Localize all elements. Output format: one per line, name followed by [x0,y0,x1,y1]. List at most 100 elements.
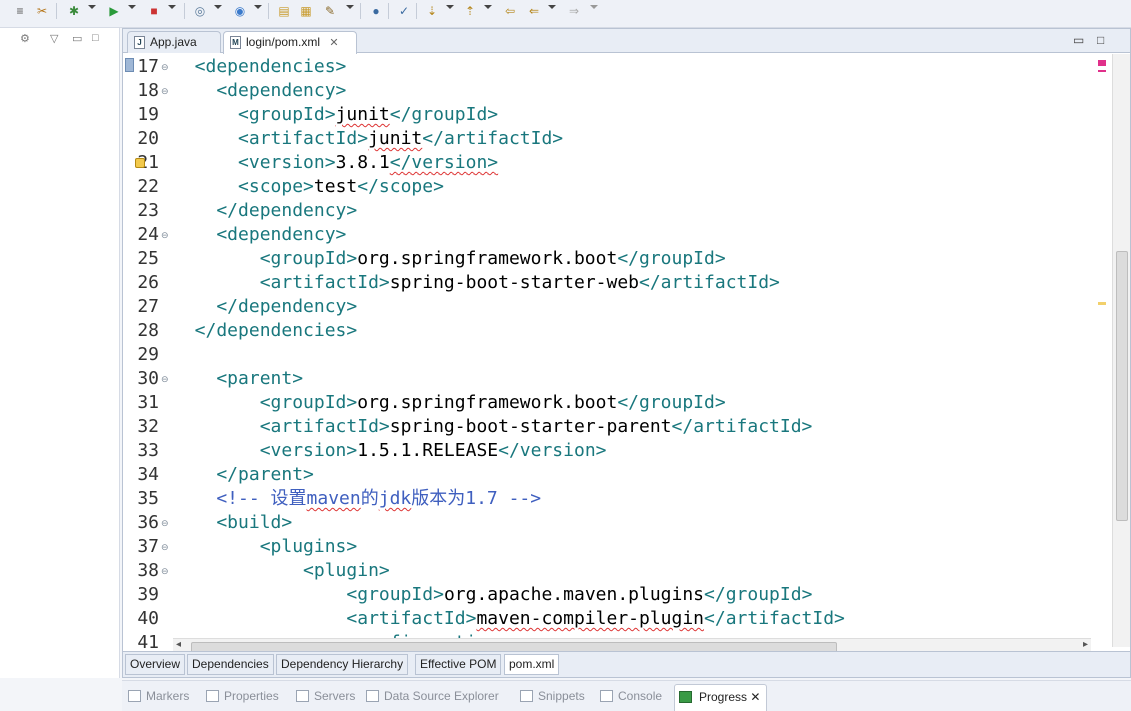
tab-pom-xml-source[interactable]: pom.xml [504,654,560,675]
vertical-scroll-thumb[interactable] [1116,251,1128,521]
code-pane[interactable]: 17 ⊖ 18 ⊖ 19 20 21 22 23 24 ⊖ 25 26 27 28 29 30 ⊖ 31 32 33 34… [123,54,1130,664]
forward-dropdown-icon[interactable] [590,5,598,9]
editor-tab-bar: J App.java M login/pom.xml ✕ ▭ □ [123,29,1130,54]
code-line[interactable]: </dependencies> [173,319,1091,343]
next-annotation-icon[interactable]: ⇣ [424,2,440,20]
back-icon[interactable]: ⇐ [526,2,542,20]
tab-dependencies[interactable]: Dependencies [187,654,274,675]
close-tab-icon[interactable]: ✕ [329,37,338,49]
code-line[interactable]: <groupId>org.springframework.boot</group… [173,247,1091,271]
view-tab-markers[interactable]: Markers [128,687,189,707]
servers-icon [296,690,309,702]
search-tool-icon[interactable]: ✎ [322,2,338,20]
scroll-right-icon[interactable]: ▸ [1083,639,1088,650]
next-annotation-dropdown-icon[interactable] [446,5,454,9]
previous-annotation-dropdown-icon[interactable] [484,5,492,9]
warning-icon[interactable] [135,158,145,168]
open-folder-icon[interactable]: ▦ [298,2,314,20]
code-line[interactable]: <dependency> [173,79,1091,103]
view-tab-servers[interactable]: Servers [296,687,355,707]
minimize-editor-icon[interactable]: ▭ [1073,33,1084,47]
maximize-editor-icon[interactable]: □ [1097,33,1104,47]
code-line[interactable]: <!-- 设置maven的jdk版本为1.7 --> [173,487,1091,511]
code-line[interactable]: <build> [173,511,1091,535]
markers-icon [128,690,141,702]
tab-dependency-hierarchy[interactable]: Dependency Hierarchy [276,654,409,675]
code-line[interactable]: </parent> [173,463,1091,487]
fold-toggle-icon[interactable]: ⊖ [161,511,171,535]
warning-marker-icon[interactable] [1098,302,1106,305]
code-line[interactable]: <parent> [173,367,1091,391]
new-wizard-icon[interactable]: ◉ [232,2,248,20]
code-line[interactable]: </dependency> [173,199,1091,223]
code-line[interactable]: <artifactId>junit</artifactId> [173,127,1091,151]
code-line[interactable]: <artifactId>spring-boot-starter-web</art… [173,271,1091,295]
xml-tag: <artifactId> [173,416,390,437]
last-edit-icon[interactable]: ⇦ [502,2,518,20]
code-line[interactable]: <version>1.5.1.RELEASE</version> [173,439,1091,463]
close-view-icon[interactable]: ✕ [750,690,760,704]
vertical-scrollbar[interactable] [1112,54,1130,647]
fold-toggle-icon[interactable]: ⊖ [161,79,171,103]
tab-pom-xml[interactable]: M login/pom.xml ✕ [223,31,357,54]
scroll-left-icon[interactable]: ◂ [176,639,181,650]
view-menu-icon[interactable]: ⚙ [20,32,30,45]
view-tab-properties[interactable]: Properties [206,687,279,707]
external-tools-dropdown-icon[interactable] [168,5,176,9]
code-line[interactable]: <groupId>org.apache.maven.plugins</group… [173,583,1091,607]
open-type-icon[interactable]: ▤ [276,2,292,20]
view-tab-console[interactable]: Console [600,687,662,707]
view-tab-snippets[interactable]: Snippets [520,687,585,707]
code-line[interactable]: <artifactId>spring-boot-starter-parent</… [173,415,1091,439]
code-line[interactable]: <version>3.8.1</version> [173,151,1091,175]
fold-toggle-icon[interactable]: ⊖ [161,223,171,247]
debug-dropdown-icon[interactable] [88,5,96,9]
tab-app-java[interactable]: J App.java [127,31,221,53]
code-line[interactable]: <plugins> [173,535,1091,559]
minimize-icon[interactable]: ▭ [72,32,82,45]
fold-toggle-icon[interactable]: ⊖ [161,535,171,559]
xml-tag: <dependency> [173,80,347,101]
code-line[interactable]: <groupId>org.springframework.boot</group… [173,391,1091,415]
search-dropdown-icon[interactable] [346,5,354,9]
toolbar-tools-icon[interactable]: ✂ [34,2,50,20]
run-icon[interactable]: ▶ [106,2,122,20]
code-line[interactable]: <artifactId>maven-compiler-plugin</artif… [173,607,1091,631]
maximize-icon[interactable]: □ [92,32,99,44]
tab-overview[interactable]: Overview [125,654,186,675]
code-line[interactable]: </dependency> [173,295,1091,319]
annotation-icon[interactable]: ✓ [396,2,412,20]
code-line[interactable]: <dependency> [173,223,1091,247]
tab-effective-pom[interactable]: Effective POM [415,654,502,675]
fold-toggle-icon[interactable]: ⊖ [161,55,171,79]
globe-icon[interactable]: ● [368,2,384,20]
fold-toggle-icon[interactable]: ⊖ [161,559,171,583]
code-line[interactable]: <plugin> [173,559,1091,583]
external-tools-icon[interactable]: ■ [146,2,162,20]
pom-editor-page-tabs: Overview Dependencies Dependency Hierarc… [123,651,1130,677]
code-line[interactable] [173,343,1091,367]
view-dropdown-icon[interactable]: ▽ [50,32,58,45]
new-server-dropdown-icon[interactable] [214,5,222,9]
view-tab-progress[interactable]: Progress ✕ [674,684,768,711]
previous-annotation-icon[interactable]: ⇡ [462,2,478,20]
new-server-icon[interactable]: ◎ [192,2,208,20]
code-line[interactable]: <scope>test</scope> [173,175,1091,199]
xml-text: junit [335,104,390,125]
run-dropdown-icon[interactable] [128,5,136,9]
error-marker-icon[interactable] [1098,70,1106,72]
forward-icon[interactable]: ⇒ [566,2,582,20]
line-number: 39 [137,584,159,605]
code-line[interactable]: <dependencies> [173,55,1091,79]
view-tab-data-source-explorer[interactable]: Data Source Explorer [366,687,499,707]
toolbar-stack-icon[interactable]: ≡ [12,2,28,20]
xml-text: test [313,176,358,197]
fold-toggle-icon[interactable]: ⊖ [161,367,171,391]
debug-icon[interactable]: ✱ [66,2,82,20]
back-dropdown-icon[interactable] [548,5,556,9]
new-wizard-dropdown-icon[interactable] [254,5,262,9]
error-marker-icon[interactable] [1098,60,1106,66]
code-lines[interactable]: <dependencies> <dependency> <groupId>jun… [173,54,1091,664]
code-line[interactable]: <groupId>junit</groupId> [173,103,1091,127]
xml-tag: </dependency> [173,200,358,221]
